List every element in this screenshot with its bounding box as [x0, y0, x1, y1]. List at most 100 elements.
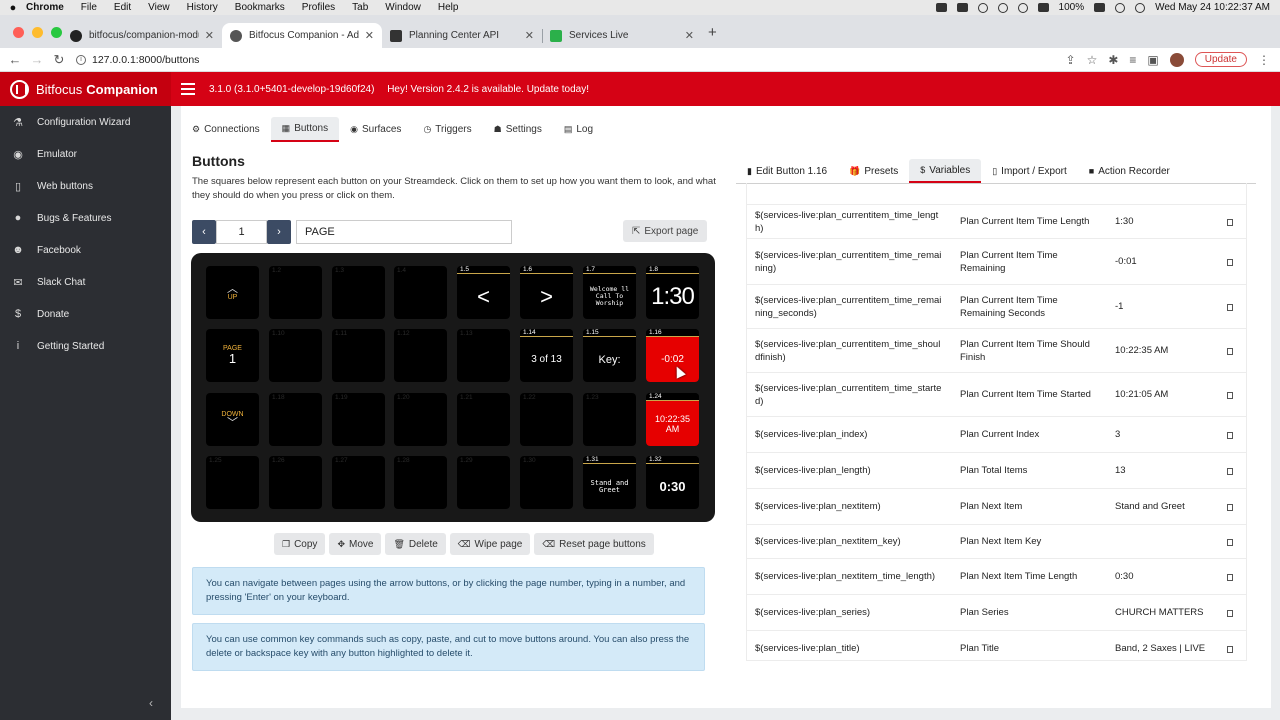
close-tab-icon[interactable]: ✕ [365, 29, 374, 42]
key-1-9-page[interactable]: PAGE 1 [206, 329, 259, 382]
address-bar[interactable]: i 127.0.0.1:8000/buttons [76, 54, 199, 66]
copy-variable-icon[interactable] [1225, 537, 1234, 546]
prev-page-button[interactable]: ‹ [192, 220, 216, 244]
reload-icon[interactable]: ↻ [48, 52, 70, 68]
copy-variable-icon[interactable] [1225, 572, 1234, 581]
key-empty[interactable]: 1.2 [269, 266, 322, 319]
sidebar-item-bugs-features[interactable]: ● Bugs & Features [0, 202, 171, 234]
copy-variable-icon[interactable] [1225, 608, 1234, 617]
page-number-input[interactable]: 1 [216, 220, 267, 244]
tab-settings[interactable]: ☗ Settings [483, 117, 553, 142]
key-1-14[interactable]: 1.14 3 of 13 [520, 329, 573, 382]
sidebar-item-slack-chat[interactable]: ✉ Slack Chat [0, 266, 171, 298]
key-1-5[interactable]: 1.5 < [457, 266, 510, 319]
site-info-icon[interactable]: i [76, 54, 86, 65]
copy-variable-icon[interactable] [1225, 390, 1234, 399]
copy-variable-icon[interactable] [1225, 466, 1234, 475]
copy-variable-icon[interactable] [1225, 257, 1234, 266]
tab-buttons[interactable]: ▦ Buttons [270, 117, 340, 142]
zoom-window-icon[interactable] [51, 27, 62, 38]
browser-tab-planning-center[interactable]: Planning Center API ✕ [382, 23, 542, 48]
bookmark-star-icon[interactable]: ☆ [1087, 53, 1098, 67]
collapse-sidebar-icon[interactable]: ‹ [149, 696, 153, 710]
side-panel-icon[interactable]: ▣ [1147, 53, 1158, 67]
record-icon[interactable] [935, 3, 947, 12]
export-page-button[interactable]: ⇱ Export page [623, 220, 708, 242]
menu-help[interactable]: Help [438, 2, 459, 13]
app-icon[interactable] [956, 3, 968, 12]
sidebar-item-getting-started[interactable]: i Getting Started [0, 330, 171, 362]
delete-button[interactable]: 🗑 Delete [385, 533, 446, 555]
play-icon[interactable] [1017, 2, 1028, 13]
tab-log[interactable]: ▤ Log [553, 117, 604, 142]
menu-profiles[interactable]: Profiles [302, 2, 335, 13]
tab-connections[interactable]: ⚙ Connections [181, 117, 271, 142]
key-empty[interactable]: 1.30 [520, 456, 573, 509]
menu-file[interactable]: File [81, 2, 97, 13]
search-icon[interactable] [1135, 2, 1146, 13]
tab-presets[interactable]: 🎁 Presets [838, 159, 909, 183]
apple-icon[interactable]: ● [0, 2, 26, 14]
copy-button[interactable]: ❐ Copy [274, 533, 326, 555]
hamburger-menu-icon[interactable] [181, 83, 195, 95]
menu-edit[interactable]: Edit [114, 2, 131, 13]
key-empty[interactable]: 1.21 [457, 393, 510, 446]
forward-icon[interactable]: → [26, 52, 48, 67]
menu-history[interactable]: History [187, 2, 218, 13]
more-menu-icon[interactable]: ⋮ [1258, 53, 1270, 67]
key-empty[interactable]: 1.3 [332, 266, 385, 319]
key-1-32[interactable]: 1.32 0:30 [646, 456, 699, 509]
moon-icon[interactable] [997, 2, 1008, 13]
tab-variables[interactable]: $ Variables [909, 159, 982, 183]
move-button[interactable]: ✥ Move [329, 533, 382, 555]
extensions-icon[interactable]: ✱ [1108, 53, 1118, 67]
key-1-1-up[interactable]: ︿ UP [206, 266, 259, 319]
close-tab-icon[interactable]: ✕ [205, 29, 214, 42]
copy-variable-icon[interactable] [1225, 302, 1234, 311]
close-window-icon[interactable] [13, 27, 24, 38]
copy-variable-icon[interactable] [1225, 502, 1234, 511]
tab-action-recorder[interactable]: ■ Action Recorder [1078, 159, 1181, 183]
browser-tab-github[interactable]: bitfocus/companion-module-p ✕ [62, 23, 222, 48]
key-empty[interactable]: 1.20 [394, 393, 447, 446]
new-tab-icon[interactable]: + [708, 24, 717, 41]
copy-variable-icon[interactable] [1225, 346, 1234, 355]
reset-page-buttons-button[interactable]: ⌫ Reset page buttons [534, 533, 654, 555]
tab-edit-button[interactable]: ▮ Edit Button 1.16 [736, 159, 838, 183]
keyboard-icon[interactable] [1037, 3, 1049, 12]
sidebar-item-donate[interactable]: $ Donate [0, 298, 171, 330]
key-empty[interactable]: 1.4 [394, 266, 447, 319]
key-empty[interactable]: 1.10 [269, 329, 322, 382]
wipe-page-button[interactable]: ⌫ Wipe page [449, 533, 531, 555]
sidebar-item-facebook[interactable]: ☻ Facebook [0, 234, 171, 266]
key-empty[interactable]: 1.13 [457, 329, 510, 382]
reading-list-icon[interactable]: ≡ [1129, 53, 1136, 67]
key-1-16[interactable]: 1.16 -0:02 [646, 329, 699, 382]
key-1-8[interactable]: 1.8 1:30 [646, 266, 699, 319]
copy-variable-icon[interactable] [1225, 430, 1234, 439]
next-page-button[interactable]: › [267, 220, 291, 244]
tab-surfaces[interactable]: ◉ Surfaces [339, 117, 412, 142]
sync-icon[interactable] [977, 2, 988, 13]
sidebar-item-emulator[interactable]: ◉ Emulator [0, 138, 171, 170]
tab-import-export[interactable]: ▯ Import / Export [981, 159, 1078, 183]
key-empty[interactable]: 1.26 [269, 456, 322, 509]
page-name-input[interactable]: PAGE [296, 220, 512, 244]
wifi-icon[interactable] [1115, 2, 1126, 13]
key-empty[interactable]: 1.12 [394, 329, 447, 382]
key-empty[interactable]: 1.29 [457, 456, 510, 509]
key-1-24[interactable]: 1.24 10:22:35 AM [646, 393, 699, 446]
menu-window[interactable]: Window [385, 2, 421, 13]
close-tab-icon[interactable]: ✕ [525, 29, 534, 42]
key-empty[interactable]: 1.28 [394, 456, 447, 509]
key-empty[interactable]: 1.25 [206, 456, 259, 509]
brand[interactable]: Bitfocus Companion [0, 72, 171, 106]
key-empty[interactable]: 1.19 [332, 393, 385, 446]
key-1-15[interactable]: 1.15 Key: [583, 329, 636, 382]
copy-variable-icon[interactable] [1225, 644, 1234, 653]
browser-tab-services-live[interactable]: Services Live ✕ [542, 23, 702, 48]
key-1-31[interactable]: 1.31 Stand and Greet [583, 456, 636, 509]
browser-tab-companion[interactable]: Bitfocus Companion - Admin ✕ [222, 23, 382, 48]
update-available-link[interactable]: Hey! Version 2.4.2 is available. Update … [387, 84, 589, 95]
tab-triggers[interactable]: ◷ Triggers [412, 117, 482, 142]
